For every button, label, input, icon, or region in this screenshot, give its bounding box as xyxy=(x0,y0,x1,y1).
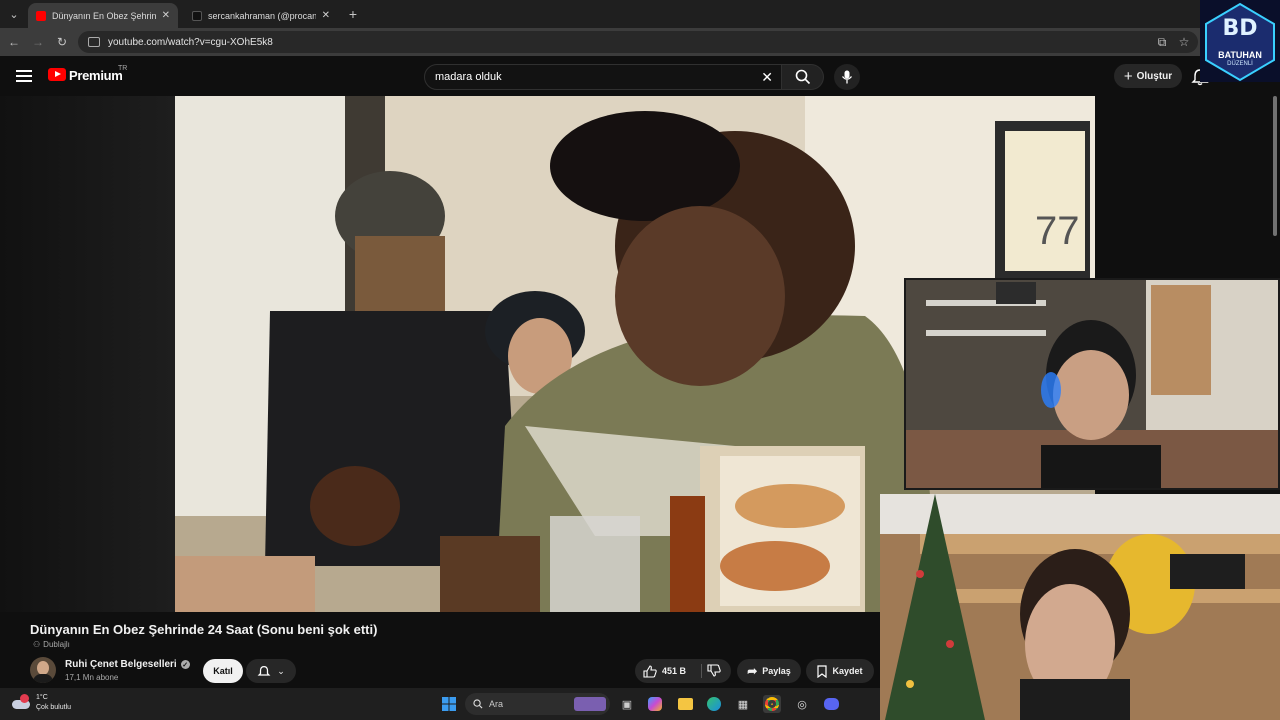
dub-label: Dublajlı xyxy=(43,640,70,649)
dislike-button[interactable] xyxy=(707,664,721,679)
create-label: Oluştur xyxy=(1136,70,1173,82)
channel-avatar[interactable] xyxy=(30,657,56,683)
create-button[interactable]: + Oluştur xyxy=(1114,64,1182,88)
temperature: 1°C xyxy=(36,694,48,701)
tab-title: Dünyanın En Obez Şehrinde 24 xyxy=(52,10,156,21)
copilot-icon[interactable] xyxy=(646,695,664,713)
region-code: TR xyxy=(118,65,128,72)
share-label: Paylaş xyxy=(762,666,791,676)
save-button[interactable]: Kaydet xyxy=(806,659,874,683)
obs-icon[interactable]: ◎ xyxy=(793,695,811,713)
thumbs-down-icon xyxy=(707,664,721,677)
task-view-icon[interactable]: ▣ xyxy=(618,695,636,713)
save-bookmark-icon xyxy=(817,664,828,678)
taskbar-search[interactable]: Ara xyxy=(465,693,610,715)
youtube-header: Premium TR madara olduk ✕ + Oluştur xyxy=(0,56,1280,96)
browser-toolbar: ← → ↻ youtube.com/watch?v=cgu-XOhE5k8 ⧉ … xyxy=(0,28,1280,56)
badge-initials: BD xyxy=(1222,16,1258,41)
dub-icon: ⚇ xyxy=(33,640,41,649)
badge-name: BATUHAN xyxy=(1218,50,1262,60)
video-title: Dünyanın En Obez Şehrinde 24 Saat (Sonu … xyxy=(30,622,378,637)
streamer-logo-badge: BD BATUHAN DÜZENLİ xyxy=(1200,0,1280,82)
verified-icon: ✓ xyxy=(180,660,190,669)
video-letterbox-left xyxy=(0,96,175,612)
cloudy-weather-icon xyxy=(12,694,30,710)
close-icon[interactable]: ✕ xyxy=(162,10,170,21)
join-button[interactable]: Katıl xyxy=(203,659,243,683)
save-label: Kaydet xyxy=(832,666,863,676)
new-tab-button[interactable]: + xyxy=(343,4,363,24)
discord-icon[interactable] xyxy=(822,695,840,713)
url-text: youtube.com/watch?v=cgu-XOhE5k8 xyxy=(108,36,273,48)
page-scrollbar[interactable] xyxy=(1270,96,1280,276)
install-app-icon[interactable]: ⧉ xyxy=(1154,34,1170,50)
tab-search-button[interactable]: ⌄ xyxy=(4,4,24,24)
bookmark-star-icon[interactable]: ☆ xyxy=(1176,34,1192,50)
address-bar[interactable]: youtube.com/watch?v=cgu-XOhE5k8 xyxy=(78,31,1198,53)
weather-widget[interactable]: 1°C Çok bulutlu xyxy=(12,693,71,713)
like-button[interactable]: 451 B xyxy=(643,664,687,678)
weather-condition: Çok bulutlu xyxy=(36,704,72,711)
microsoft-store-icon[interactable]: ▦ xyxy=(734,695,752,713)
taskbar-search-placeholder: Ara xyxy=(489,699,504,709)
subscription-notifications-button[interactable]: ⌄ xyxy=(246,659,296,683)
back-icon[interactable]: ← xyxy=(6,34,22,50)
microphone-icon xyxy=(841,70,853,84)
windows-taskbar: 1°C Çok bulutlu Ara ▣ ▦ ◎ xyxy=(0,688,880,720)
badge-sub: DÜZENLİ xyxy=(1227,61,1253,67)
chevron-down-icon: ⌄ xyxy=(277,665,285,676)
menu-icon[interactable] xyxy=(16,70,32,82)
share-button[interactable]: ➦ Paylaş xyxy=(737,659,801,683)
voice-search-button[interactable] xyxy=(834,64,860,90)
tab-youtube[interactable]: Dünyanın En Obez Şehrinde 24 ✕ xyxy=(28,3,178,28)
search-icon xyxy=(795,69,810,85)
youtube-premium-logo[interactable]: Premium xyxy=(69,68,123,83)
channel-name-text: Ruhi Çenet Belgeselleri xyxy=(65,659,177,670)
share-icon: ➦ xyxy=(747,664,758,678)
tiktok-icon xyxy=(192,10,202,21)
search-icon xyxy=(473,699,483,709)
site-info-icon[interactable] xyxy=(88,37,100,47)
svg-text:77: 77 xyxy=(1035,209,1080,253)
webcam-1-frame xyxy=(906,280,1278,488)
webcam-overlay-1 xyxy=(904,278,1280,490)
search-input[interactable]: madara olduk ✕ xyxy=(424,64,782,90)
search-button[interactable] xyxy=(782,64,824,90)
dubbed-badge: ⚇ Dublajlı xyxy=(33,640,70,649)
tab-tiktok[interactable]: sercankahraman (@procanserc ✕ xyxy=(184,3,338,28)
webcam-2-frame xyxy=(880,494,1280,720)
edge-browser-icon[interactable] xyxy=(705,695,723,713)
clear-search-icon[interactable]: ✕ xyxy=(761,69,773,86)
youtube-icon xyxy=(36,10,46,21)
webcam-overlay-2 xyxy=(880,494,1280,720)
bell-icon xyxy=(257,665,271,676)
like-dislike-group: 451 B xyxy=(635,659,731,683)
reload-icon[interactable]: ↻ xyxy=(54,34,70,50)
channel-name[interactable]: Ruhi Çenet Belgeselleri ✓ xyxy=(65,659,190,670)
youtube-logo-icon[interactable] xyxy=(48,68,66,81)
screen: ⌄ Dünyanın En Obez Şehrinde 24 ✕ sercank… xyxy=(0,0,1280,720)
windows-start-icon[interactable] xyxy=(440,695,458,713)
search-highlight-icon xyxy=(574,697,606,711)
thumbs-up-icon xyxy=(643,664,657,678)
subscriber-count: 17,1 Mn abone xyxy=(65,673,119,682)
file-explorer-icon[interactable] xyxy=(676,695,694,713)
forward-icon[interactable]: → xyxy=(30,34,46,50)
tab-title: sercankahraman (@procanserc xyxy=(208,10,316,21)
search-query: madara olduk xyxy=(435,71,502,83)
like-count: 451 B xyxy=(662,666,687,676)
browser-tab-bar: ⌄ Dünyanın En Obez Şehrinde 24 ✕ sercank… xyxy=(0,0,1280,28)
close-icon[interactable]: ✕ xyxy=(322,10,330,21)
plus-icon: + xyxy=(1123,67,1133,85)
streamer-logo xyxy=(1200,0,1280,82)
chrome-icon[interactable] xyxy=(763,695,781,713)
